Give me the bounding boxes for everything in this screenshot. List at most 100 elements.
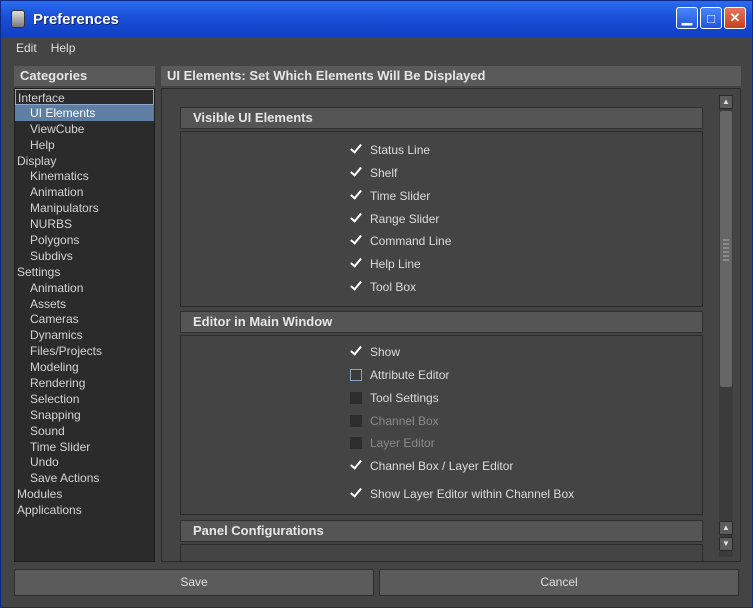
checkbox-row[interactable]: Channel Box / Layer Editor <box>350 457 513 475</box>
checkbox[interactable] <box>350 235 362 247</box>
checkbox-label: Tool Box <box>370 280 417 294</box>
category-item[interactable]: UI Elements <box>15 104 154 121</box>
category-item[interactable]: Polygons <box>15 232 154 248</box>
category-item[interactable]: Modeling <box>15 359 154 375</box>
category-item[interactable]: Animation <box>15 184 154 200</box>
main-header: UI Elements: Set Which Elements Will Be … <box>161 66 741 86</box>
checkbox-row[interactable]: Status Line <box>350 141 430 159</box>
category-item[interactable]: Selection <box>15 391 154 407</box>
panel-config-section-header[interactable]: Panel Configurations <box>180 520 703 542</box>
scroll-content: Visible UI Elements Status Line Shelf Time… <box>180 107 705 561</box>
menu-edit[interactable]: Edit <box>16 41 37 55</box>
title-bar[interactable]: Preferences ▁ □ ✕ <box>1 1 752 37</box>
category-item[interactable]: Cameras <box>15 311 154 327</box>
checkbox-row: Layer Editor <box>350 434 435 452</box>
save-button[interactable]: Save <box>14 569 374 596</box>
category-item[interactable]: Sound <box>15 423 154 439</box>
checkbox-row[interactable]: Tool Settings <box>350 389 439 407</box>
category-item[interactable]: Subdivs <box>15 248 154 264</box>
minimize-button[interactable]: ▁ <box>676 7 698 29</box>
editor-main-section-header[interactable]: Editor in Main Window <box>180 311 703 333</box>
checkbox-label: Tool Settings <box>370 391 439 405</box>
scroll-up-button[interactable]: ▲ <box>719 95 733 109</box>
checkbox-row[interactable]: Range Slider <box>350 210 439 228</box>
checkbox <box>350 437 362 449</box>
checkbox[interactable] <box>350 167 362 179</box>
category-item[interactable]: Interface <box>15 89 154 105</box>
checkbox-label: Range Slider <box>370 212 440 226</box>
checkbox[interactable] <box>350 258 362 270</box>
checkbox-label: Help Line <box>370 257 421 271</box>
menu-bar: Edit Help <box>2 37 751 59</box>
checkbox[interactable] <box>350 392 362 404</box>
checkbox-label: Show Layer Editor within Channel Box <box>370 487 575 501</box>
maximize-button[interactable]: □ <box>700 7 722 29</box>
checkbox-row[interactable]: Help Line <box>350 255 421 273</box>
visible-ui-section: Status Line Shelf Time Slider Range Slider C… <box>180 131 703 307</box>
category-item[interactable]: Snapping <box>15 407 154 423</box>
category-item[interactable]: Animation <box>15 280 154 296</box>
checkbox-row[interactable]: Command Line <box>350 232 451 250</box>
checkbox[interactable] <box>350 488 362 500</box>
scroll-down-button[interactable]: ▼ <box>719 537 733 551</box>
checkbox-row: Channel Box <box>350 412 439 430</box>
preferences-window: Preferences ▁ □ ✕ Edit Help Categories I… <box>0 0 753 608</box>
close-button[interactable]: ✕ <box>724 7 746 29</box>
checkbox[interactable] <box>350 213 362 225</box>
checkbox[interactable] <box>350 346 362 358</box>
arrow-down-icon: ▼ <box>722 539 730 548</box>
category-item[interactable]: Files/Projects <box>15 343 154 359</box>
checkbox[interactable] <box>350 281 362 293</box>
visible-ui-section-header[interactable]: Visible UI Elements <box>180 107 703 129</box>
grip-icon <box>723 239 729 261</box>
panel-config-section <box>180 544 703 561</box>
main-panel: Visible UI Elements Status Line Shelf Time… <box>161 88 741 562</box>
checkbox-row[interactable]: Shelf <box>350 164 397 182</box>
window-title: Preferences <box>33 10 119 28</box>
category-item[interactable]: Applications <box>15 502 154 518</box>
menu-help[interactable]: Help <box>51 41 76 55</box>
checkbox-label: Channel Box <box>370 414 439 428</box>
checkbox-label: Attribute Editor <box>370 368 450 382</box>
cancel-button[interactable]: Cancel <box>379 569 739 596</box>
category-item[interactable]: NURBS <box>15 216 154 232</box>
category-item[interactable]: Kinematics <box>15 168 154 184</box>
checkbox-label: Command Line <box>370 234 452 248</box>
checkbox-row[interactable]: Tool Box <box>350 278 416 296</box>
scroll-up-button-lower[interactable]: ▲ <box>719 521 733 535</box>
scroll-thumb[interactable] <box>720 111 732 387</box>
category-item[interactable]: Save Actions <box>15 470 154 486</box>
checkbox-row[interactable]: Attribute Editor <box>350 366 449 384</box>
category-item[interactable]: Assets <box>15 296 154 312</box>
checkbox-row[interactable]: Time Slider <box>350 187 430 205</box>
category-item[interactable]: Display <box>15 153 154 169</box>
category-item[interactable]: Manipulators <box>15 200 154 216</box>
category-item[interactable]: ViewCube <box>15 121 154 137</box>
checkbox[interactable] <box>350 460 362 472</box>
category-item[interactable]: Dynamics <box>15 327 154 343</box>
checkbox-row[interactable]: Show <box>350 343 400 361</box>
arrow-up-icon: ▲ <box>722 523 730 532</box>
category-item[interactable]: Time Slider <box>15 439 154 455</box>
checkbox-label: Show <box>370 345 401 359</box>
maximize-icon: □ <box>707 10 715 26</box>
checkbox-label: Time Slider <box>370 189 431 203</box>
categories-header: Categories <box>14 66 155 86</box>
category-item[interactable]: Settings <box>15 264 154 280</box>
checkbox-row[interactable]: Show Layer Editor within Channel Box <box>350 485 574 503</box>
app-icon <box>11 10 25 28</box>
category-item[interactable]: Modules <box>15 486 154 502</box>
category-item[interactable]: Rendering <box>15 375 154 391</box>
arrow-up-icon: ▲ <box>722 97 730 106</box>
checkbox-label: Layer Editor <box>370 436 435 450</box>
checkbox <box>350 415 362 427</box>
category-item[interactable]: Undo <box>15 454 154 470</box>
checkbox[interactable] <box>350 190 362 202</box>
checkbox[interactable] <box>350 369 362 381</box>
vertical-scrollbar[interactable]: ▲ ▲ ▼ <box>719 95 733 557</box>
checkbox-label: Shelf <box>370 166 398 180</box>
category-item[interactable]: Help <box>15 137 154 153</box>
checkbox-label: Channel Box / Layer Editor <box>370 459 514 473</box>
checkbox[interactable] <box>350 144 362 156</box>
categories-list: Interface UI Elements ViewCube Help Display K… <box>14 88 155 562</box>
